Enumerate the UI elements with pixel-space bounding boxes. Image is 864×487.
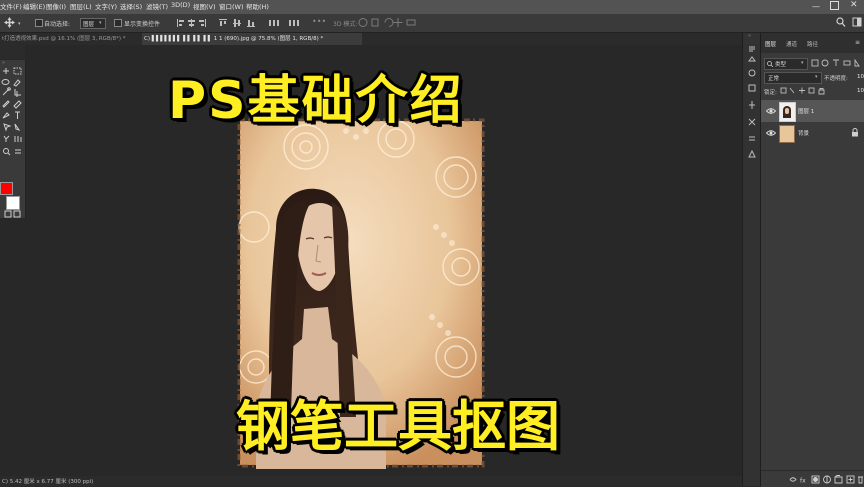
tab-paths[interactable]: 路径 [807,40,818,48]
dock-panel-icons[interactable] [747,43,757,173]
tab-document-2[interactable]: C) ▌▌▌▌▌▌▌ ▌▌ ▌▌ ▌▌ 1 1 (690).jpg @ 75.8… [142,33,362,45]
lock-icon [852,128,858,137]
auto-select-checkbox[interactable] [35,19,43,27]
align-distribute-icons[interactable] [176,18,306,28]
overlay-title-bottom: 钢笔工具抠图 [236,395,560,458]
expand-icon[interactable]: « [748,33,751,39]
mode-3d-label: 3D 模式: [333,21,358,28]
more-options-icon[interactable]: ••• [312,17,326,26]
transform-controls-checkbox[interactable] [114,19,122,27]
tools-panel: » [0,60,26,218]
3d-tools-icons[interactable] [358,17,416,28]
search-icon [767,61,773,67]
blend-mode-dropdown[interactable]: 正常 ▾ [764,72,822,84]
menu-file[interactable]: 文件(F) [0,1,22,11]
eye-icon[interactable] [766,107,776,115]
layer-action-icons[interactable]: fx [789,475,863,484]
close-icon[interactable]: ✕ [850,0,858,10]
layer-row-1[interactable]: 图层 1 [761,100,864,122]
chevron-down-icon: ▾ [815,74,818,80]
menu-image[interactable]: 图像(I) [46,1,66,11]
status-text: C) 5.42 厘米 x 6.77 厘米 (300 ppi) [2,479,94,485]
tab-document-1[interactable]: t打造透视效果.psd @ 16.1% (图层 3, RGB/8*) * [0,33,144,45]
menu-3d[interactable]: 3D(D) [171,1,190,9]
chevron-down-icon: ▾ [801,60,804,66]
menu-type[interactable]: 文字(Y) [95,1,117,11]
layer-name: 图层 1 [798,109,815,115]
opacity-value[interactable]: 100 [857,74,864,80]
menu-window[interactable]: 窗口(W) [219,1,244,11]
minimize-icon[interactable]: — [812,2,820,11]
lock-label: 锁定: [764,90,777,96]
toolbar-header [0,45,25,59]
menu-help[interactable]: 帮助(H) [246,1,269,11]
transform-controls-label: 显示变换控件 [124,21,161,28]
menu-view[interactable]: 视图(V) [193,1,216,11]
quick-mask-icon[interactable] [4,210,22,218]
options-bar: ▾ 自动选择: 图层 ▾ 显示变换控件 ••• 3D 模式: [0,14,864,33]
panel-dock-strip: « [742,33,761,486]
layers-panel: 图层 通道 路径 ≡ 类型 ▾ 正常 ▾ 不透明度: 100 锁定: 100 图 [760,33,864,487]
layer-filter-dropdown[interactable]: 类型 ▾ [764,58,808,70]
layer-filter-icons[interactable] [811,59,863,68]
layer-name: 背景 [798,131,810,137]
menu-filter[interactable]: 滤镜(T) [146,1,168,11]
lock-icons[interactable] [780,87,826,95]
maximize-icon[interactable] [830,1,839,10]
layers-footer: fx [761,470,864,487]
workspace-icon[interactable] [852,17,862,28]
opacity-label: 不透明度: [824,76,848,82]
background-color-swatch[interactable] [6,196,20,210]
menu-layer[interactable]: 图层(L) [70,1,92,11]
menu-edit[interactable]: 编辑(E) [23,1,45,11]
svg-text:fx: fx [800,478,806,485]
auto-select-dropdown[interactable]: 图层 ▾ [80,18,106,29]
document-tabs: t打造透视效果.psd @ 16.1% (图层 3, RGB/8*) * C) … [0,33,755,45]
search-icon[interactable] [836,17,846,28]
menu-select[interactable]: 选择(S) [120,1,142,11]
tab-layers[interactable]: 图层 [765,40,776,48]
eye-icon[interactable] [766,129,776,137]
panel-menu-icon[interactable]: ≡ [855,39,860,46]
layer-thumbnail [779,102,796,122]
tab-channels[interactable]: 通道 [786,40,797,48]
dropdown-chevron-icon[interactable]: ▾ [18,21,21,27]
chevron-down-icon: ▾ [99,20,102,26]
auto-select-label: 自动选择: [44,21,71,28]
overlay-title-top: PS基础介绍 [168,71,464,131]
menu-bar: 文件(F) 编辑(E) 图像(I) 图层(L) 文字(Y) 选择(S) 滤镜(T… [0,0,864,14]
layer-row-2[interactable]: 背景 [761,122,864,144]
move-tool-icon[interactable] [4,17,15,28]
foreground-color-swatch[interactable] [0,182,13,195]
layer-thumbnail [779,125,795,143]
fill-value[interactable]: 100 [857,88,864,94]
status-bar: C) 5.42 厘米 x 6.77 厘米 (300 ppi) [0,476,742,486]
